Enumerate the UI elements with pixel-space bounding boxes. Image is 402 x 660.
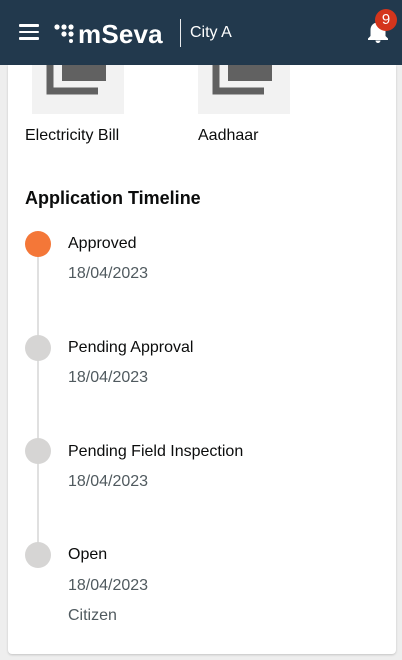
timeline-dot (25, 542, 51, 568)
timeline-date: 18/04/2023 (68, 265, 149, 282)
document-label: Aadhaar (198, 127, 259, 144)
document-label: Electricity Bill (25, 127, 120, 144)
timeline-dot-active (25, 231, 51, 257)
document-icon (212, 65, 272, 95)
brand-name: mSeva (78, 19, 163, 49)
document-thumbnail-aadhaar[interactable] (198, 65, 290, 114)
application-details-card: Electricity Bill Aadhaar Application Tim… (8, 65, 396, 654)
timeline-status: Approved (68, 235, 137, 252)
notification-count-badge: 9 (375, 9, 397, 31)
timeline-dot (25, 335, 51, 361)
hamburger-menu-icon[interactable] (19, 24, 39, 40)
timeline-date: 18/04/2023 (68, 577, 149, 594)
timeline-dot (25, 438, 51, 464)
city-selector[interactable]: City A (190, 24, 232, 42)
timeline-status: Pending Field Inspection (68, 443, 244, 460)
timeline-date: 18/04/2023 (68, 473, 149, 490)
document-thumbnail-electricity-bill[interactable] (32, 65, 124, 114)
timeline-role: Citizen (68, 607, 117, 624)
document-icon (46, 65, 106, 95)
header-divider (180, 19, 181, 47)
logo-dots-icon (54, 24, 74, 43)
timeline-connector (37, 255, 39, 550)
top-app-bar: mSeva City A 9 (0, 0, 402, 65)
timeline-date: 18/04/2023 (68, 369, 149, 386)
timeline-status: Pending Approval (68, 339, 194, 356)
timeline-title: Application Timeline (25, 188, 201, 208)
timeline-status: Open (68, 546, 108, 563)
